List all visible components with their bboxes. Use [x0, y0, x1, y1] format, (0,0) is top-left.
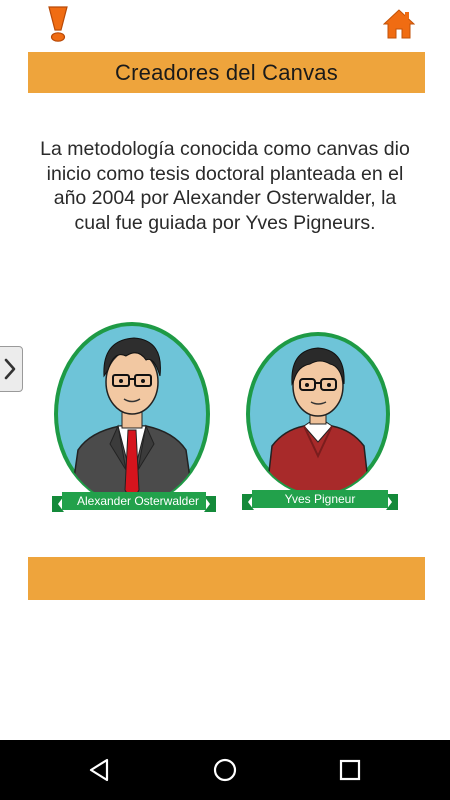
title-banner: Creadores del Canvas: [28, 52, 425, 93]
home-icon[interactable]: [382, 9, 416, 39]
description-text: La metodología conocida como canvas dio …: [40, 138, 410, 234]
home-circle-icon[interactable]: [212, 757, 238, 783]
pigneur-portrait: [242, 332, 398, 510]
exclamation-icon[interactable]: [44, 6, 72, 42]
next-page-button[interactable]: [0, 346, 23, 392]
creator-card-osterwalder: Alexander Osterwalder: [50, 320, 218, 518]
creator-name-pigneur: Yves Pigneur: [284, 492, 356, 506]
osterwalder-portrait: [52, 322, 216, 512]
screen: Creadores del Canvas La metodología cono…: [0, 0, 450, 800]
back-triangle-icon[interactable]: [87, 757, 113, 783]
recents-square-icon[interactable]: [337, 757, 363, 783]
system-nav-bar: [0, 740, 450, 800]
creator-name-osterwalder: Alexander Osterwalder: [76, 494, 200, 508]
creator-card-pigneur: Yves Pigneur: [240, 326, 400, 516]
page-title: Creadores del Canvas: [115, 59, 338, 85]
chevron-right-icon: [4, 358, 15, 380]
bottom-banner: [28, 557, 425, 600]
